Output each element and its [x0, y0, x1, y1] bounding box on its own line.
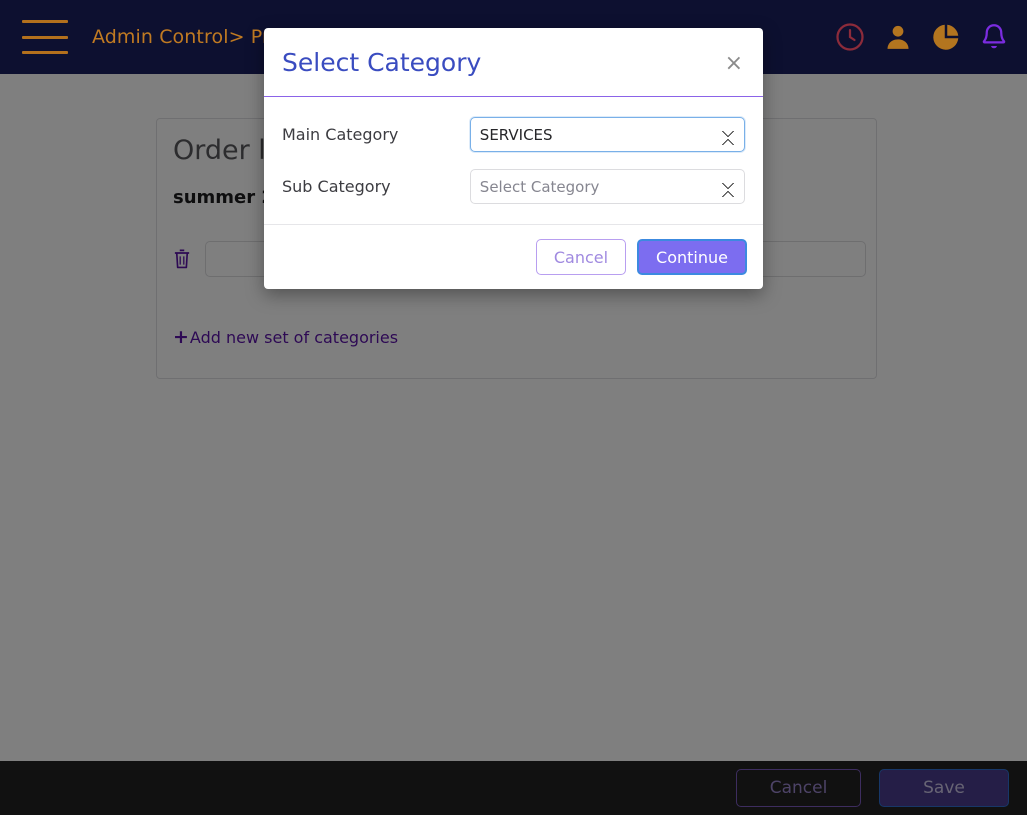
hamburger-bar: [22, 20, 68, 23]
pie-chart-icon[interactable]: [931, 22, 961, 52]
modal-header: Select Category ×: [264, 28, 763, 97]
sub-category-row: Sub Category Select Category: [282, 169, 745, 204]
hamburger-bar: [22, 35, 68, 39]
close-icon[interactable]: ×: [721, 51, 747, 77]
sub-category-label: Sub Category: [282, 177, 391, 196]
bell-icon[interactable]: [979, 22, 1009, 52]
modal-title: Select Category: [282, 47, 482, 77]
main-category-select[interactable]: SERVICES: [469, 117, 745, 152]
modal-continue-button[interactable]: Continue: [637, 239, 747, 275]
breadcrumb-text[interactable]: Admin Control> Pro: [92, 26, 281, 48]
breadcrumb[interactable]: Admin Control> Pro: [92, 26, 281, 48]
clock-icon[interactable]: [835, 22, 865, 52]
hamburger-menu-icon[interactable]: [22, 20, 68, 54]
main-category-row: Main Category SERVICES: [282, 117, 745, 152]
main-category-label: Main Category: [282, 125, 399, 144]
hamburger-bar: [22, 51, 68, 54]
modal-footer: Cancel Continue: [264, 224, 763, 289]
select-category-modal: Select Category × Main Category SERVICES…: [264, 28, 763, 289]
navbar-icon-group: [835, 0, 1009, 74]
sub-category-select[interactable]: Select Category: [469, 169, 745, 204]
user-icon[interactable]: [883, 22, 913, 52]
modal-body: Main Category SERVICES Sub Category Sele…: [264, 97, 763, 224]
modal-cancel-button[interactable]: Cancel: [535, 239, 627, 275]
